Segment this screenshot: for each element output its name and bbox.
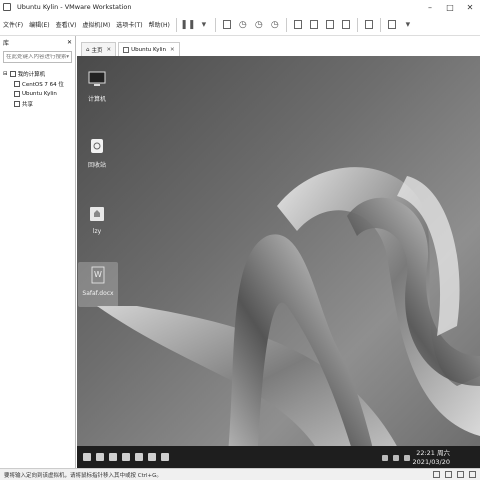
tree-item-label: Ubuntu Kylin [22,91,57,97]
chevron-down-icon[interactable]: ▾ [66,54,69,60]
input-method-icon[interactable] [404,455,410,461]
console-view-icon[interactable] [363,19,375,31]
device-status-icons [428,471,476,478]
menu-vm[interactable]: 虚拟机(M) [79,20,113,29]
computer-icon [9,71,16,77]
window-title: Ubuntu Kylin - VMware Workstation [17,3,132,11]
library-search: ▾ [3,51,72,63]
tree-item-label: 共享 [22,102,34,108]
title-bar: Ubuntu Kylin - VMware Workstation – □ ✕ [0,0,480,14]
app-icon[interactable] [122,453,130,461]
clock-date: 2021/03/20 [412,458,450,466]
close-icon[interactable]: ✕ [460,0,480,14]
toolbar-separator [356,17,358,32]
chevron-down-icon[interactable]: ▾ [402,19,414,31]
desktop-icon-document[interactable]: W Safaf.docx [78,262,118,307]
minimize-icon[interactable]: – [420,0,440,14]
menu-tabs[interactable]: 选项卡(T) [113,20,145,29]
network-adapter-icon[interactable] [457,471,464,478]
pause-icon[interactable]: ❚❚ [180,19,195,31]
library-header: 库 ✕ [0,36,75,48]
shared-vms-icon [14,101,20,107]
desktop-icon-label: 计算机 [87,96,106,103]
network-icon[interactable] [382,455,388,461]
folder-icon [90,207,104,221]
hard-disk-icon[interactable] [433,471,440,478]
thumbnail-bar-icon[interactable] [308,19,320,31]
toolbar-separator [285,17,287,32]
send-ctrl-alt-del-icon[interactable] [221,19,233,31]
vm-icon [123,46,130,53]
tree-item-label: CentOS 7 64 位 [22,82,64,88]
close-icon[interactable]: ✕ [170,47,175,53]
chevron-down-icon[interactable]: ▾ [198,19,210,31]
app-icon[interactable] [135,453,143,461]
trash-icon [91,139,103,153]
status-bar: 要将输入定向到该虚拟机，请将鼠标指针移入其中或按 Ctrl+G。 [0,468,480,480]
clock-time: 22:21 周六 [416,449,450,457]
library-panel: 库 ✕ ▾ ⊟ 我的计算机 CentOS 7 64 位 Ubuntu Kylin… [0,36,76,468]
menu-help[interactable]: 帮助(H) [146,20,173,29]
status-text: 要将输入定向到该虚拟机，请将鼠标指针移入其中或按 Ctrl+G。 [4,472,162,479]
vm-icon [14,81,20,87]
toolbar-separator [214,17,216,32]
guest-clock[interactable]: 22:21 周六 2021/03/20 [413,449,450,467]
toolbar-separator [379,17,381,32]
vm-display[interactable]: 计算机 回收站 lzy W Safaf.docx 22:21 周六 2021/0… [77,56,480,468]
document-icon: W [91,266,105,284]
tab-label: Ubuntu Kylin [131,46,167,53]
home-icon: ⌂ [86,46,90,53]
cdrom-icon[interactable] [445,471,452,478]
start-menu-icon[interactable] [83,453,91,461]
toolbar-separator [175,17,177,32]
tab-ubuntu-kylin[interactable]: Ubuntu Kylin ✕ [118,42,180,56]
monitor-icon [88,71,106,86]
tree-item-ubuntu-kylin[interactable]: Ubuntu Kylin [0,89,75,99]
close-icon[interactable]: ✕ [67,39,72,46]
usb-icon[interactable] [469,471,476,478]
tab-home[interactable]: ⌂ 主页 ✕ [81,42,117,56]
desktop-icon-computer[interactable]: 计算机 [77,70,117,103]
wallpaper [97,167,480,466]
menu-edit[interactable]: 编辑(E) [26,20,52,29]
tree-item-centos[interactable]: CentOS 7 64 位 [0,79,75,89]
tree-item-my-computer[interactable]: ⊟ 我的计算机 [0,69,75,79]
desktop-icon-label: lzy [92,228,102,235]
snapshot-manager-icon[interactable]: ◷ [269,19,281,31]
app-icon[interactable] [148,453,156,461]
tab-label: 主页 [91,47,103,54]
library-tree: ⊟ 我的计算机 CentOS 7 64 位 Ubuntu Kylin 共享 [0,69,75,109]
desktop-icon-trash[interactable]: 回收站 [77,136,117,169]
close-icon[interactable]: ✕ [107,47,112,53]
volume-icon[interactable] [393,455,399,461]
library-title: 库 [3,39,10,47]
tree-item-label: 我的计算机 [17,72,46,78]
file-manager-icon[interactable] [96,453,104,461]
tab-strip: ⌂ 主页 ✕ Ubuntu Kylin ✕ [77,36,480,56]
show-library-icon[interactable] [292,19,304,31]
collapse-icon[interactable]: ⊟ [3,71,8,77]
maximize-icon[interactable]: □ [440,0,460,14]
svg-text:W: W [94,270,102,279]
search-input[interactable] [6,54,67,60]
menu-toolbar: 文件(F) 编辑(E) 查看(V) 虚拟机(M) 选项卡(T) 帮助(H) ❚❚… [0,14,480,36]
snapshot-icon[interactable]: ◷ [237,19,249,31]
system-tray [377,455,410,461]
menu-view[interactable]: 查看(V) [53,20,80,29]
desktop-icon-home-folder[interactable]: lzy [77,204,117,235]
app-icon[interactable] [161,453,169,461]
tree-item-shared[interactable]: 共享 [0,99,75,109]
window-controls: – □ ✕ [420,0,480,14]
unity-icon[interactable] [340,19,352,31]
desktop-icon-label: 回收站 [87,162,106,169]
vmware-app-icon [3,3,11,11]
vm-icon [14,91,20,97]
desktop-icon-label: Safaf.docx [82,290,114,297]
browser-icon[interactable] [109,453,117,461]
revert-snapshot-icon[interactable]: ◷ [253,19,265,31]
full-screen-icon[interactable] [324,19,336,31]
menu-file[interactable]: 文件(F) [0,20,26,29]
stretch-guest-icon[interactable] [386,19,398,31]
